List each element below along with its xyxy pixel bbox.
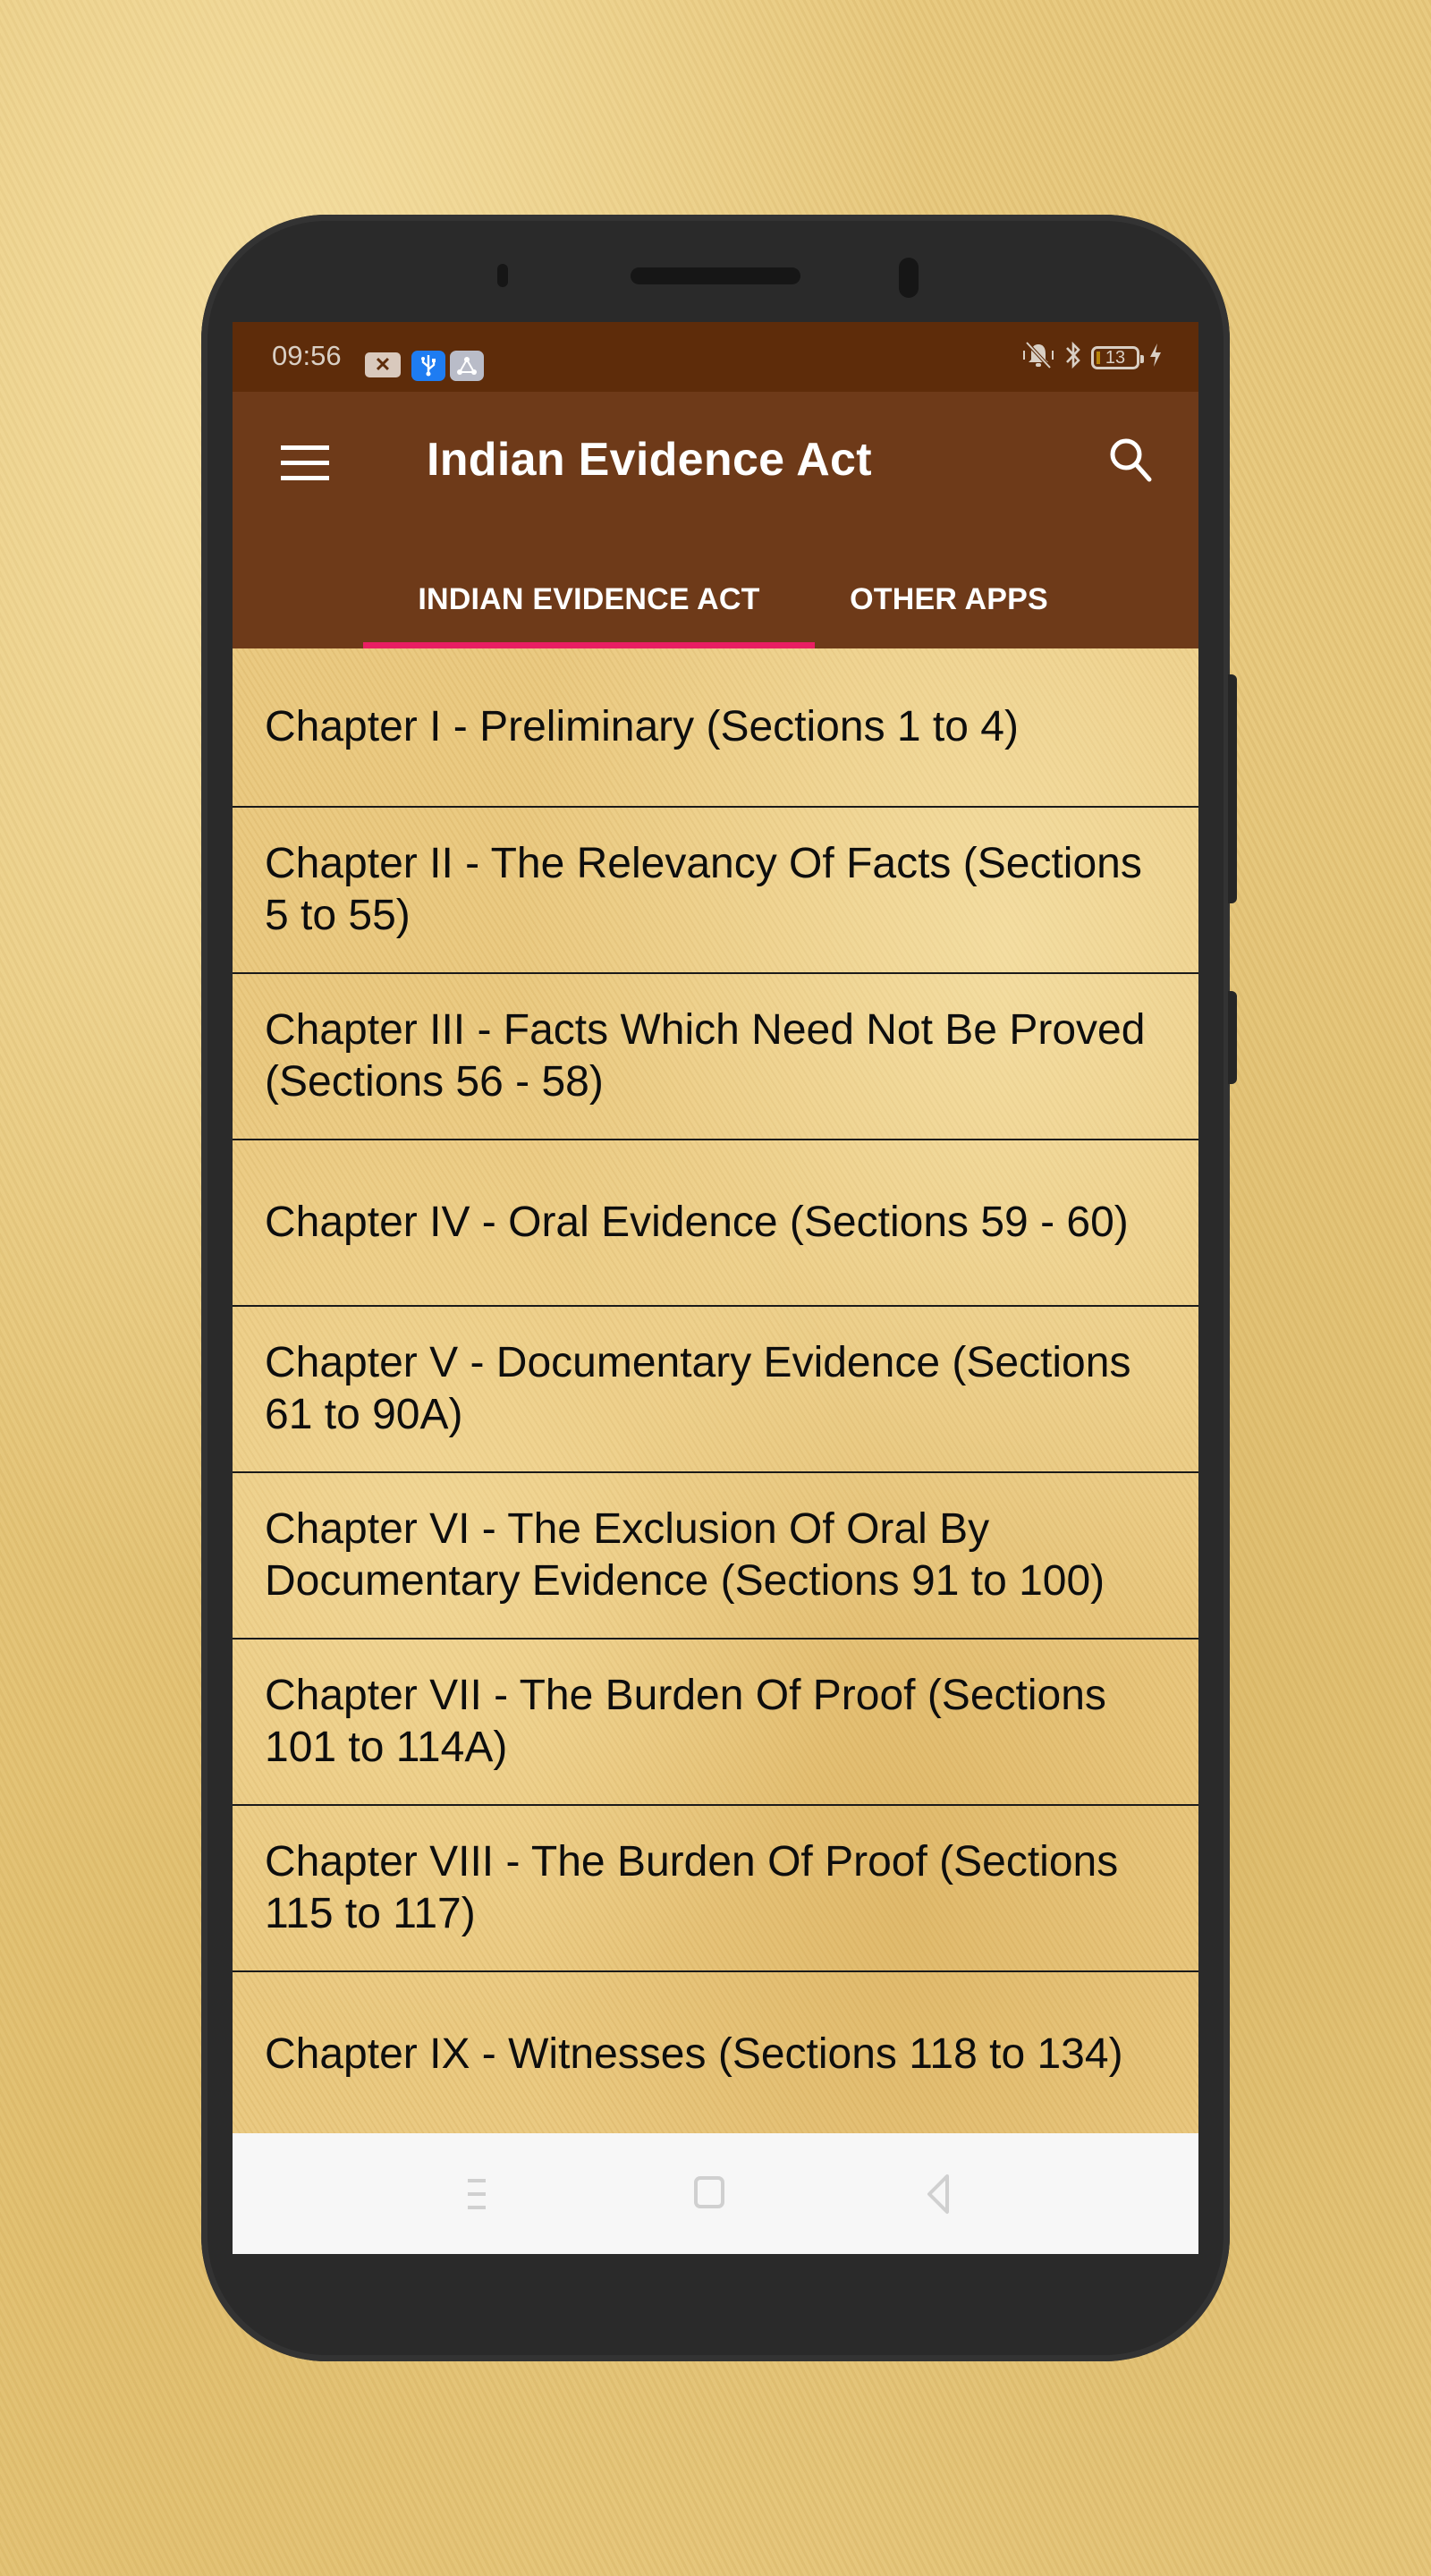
notification-x-icon: ✕ [365,352,401,377]
screen: 09:56 ✕ 13 Indian Evidence Act INDIAN EV… [233,322,1198,2254]
app-bar: Indian Evidence Act INDIAN EVIDENCE ACT … [233,392,1198,648]
list-item[interactable]: Chapter VII - The Burden Of Proof (Secti… [233,1640,1198,1806]
chapter-title: Chapter IX - Witnesses (Sections 118 to … [265,2030,1123,2078]
tab-other-apps[interactable]: OTHER APPS [815,551,1083,648]
list-item[interactable]: Chapter VIII - The Burden Of Proof (Sect… [233,1806,1198,1972]
chapter-title: Chapter VI - The Exclusion Of Oral By Do… [265,1505,1105,1605]
vibrate-silent-icon [1021,341,1055,376]
list-item[interactable]: Chapter II - The Relevancy Of Facts (Sec… [233,808,1198,974]
tab-bar: INDIAN EVIDENCE ACT OTHER APPS [233,551,1198,648]
system-nav-bar [233,2133,1198,2254]
hamburger-menu-icon[interactable] [277,444,331,487]
list-item[interactable]: Chapter IV - Oral Evidence (Sections 59 … [233,1140,1198,1307]
search-icon[interactable] [1105,435,1158,488]
charging-icon [1148,343,1163,374]
list-item[interactable]: Chapter VI - The Exclusion Of Oral By Do… [233,1473,1198,1640]
bluetooth-icon [1064,340,1082,377]
chapter-title: Chapter II - The Relevancy Of Facts (Sec… [265,840,1142,939]
back-icon[interactable] [917,2169,967,2219]
battery-level: 13 [1105,347,1126,368]
chapter-title: Chapter IV - Oral Evidence (Sections 59 … [265,1199,1129,1246]
home-icon[interactable] [690,2169,741,2219]
list-item[interactable]: Chapter III - Facts Which Need Not Be Pr… [233,974,1198,1140]
earpiece-speaker [631,267,800,284]
tab-indian-evidence-act[interactable]: INDIAN EVIDENCE ACT [363,551,815,648]
recent-apps-icon[interactable] [456,2169,506,2219]
chapter-title: Chapter VIII - The Burden Of Proof (Sect… [265,1838,1119,1937]
proximity-sensor [497,264,508,287]
list-item[interactable]: Chapter IX - Witnesses (Sections 118 to … [233,1972,1198,2133]
volume-button [1228,674,1237,903]
power-button [1228,991,1237,1084]
chapter-title: Chapter III - Facts Which Need Not Be Pr… [265,1006,1146,1106]
status-right-icons: 13 [1021,340,1163,376]
front-camera [899,258,919,298]
chapter-title: Chapter VII - The Burden Of Proof (Secti… [265,1672,1106,1771]
status-time: 09:56 [272,340,342,371]
list-item[interactable]: Chapter I - Preliminary (Sections 1 to 4… [233,648,1198,808]
chapter-list: Chapter I - Preliminary (Sections 1 to 4… [233,648,1198,2133]
share-icon [450,351,484,381]
tab-indicator [363,642,815,648]
list-item[interactable]: Chapter V - Documentary Evidence (Sectio… [233,1307,1198,1473]
usb-icon [411,351,445,381]
app-title: Indian Evidence Act [427,434,872,486]
status-bar: 09:56 ✕ 13 [233,322,1198,392]
battery-icon: 13 [1091,346,1144,369]
chapter-title: Chapter I - Preliminary (Sections 1 to 4… [265,703,1019,750]
chapter-title: Chapter V - Documentary Evidence (Sectio… [265,1339,1131,1438]
